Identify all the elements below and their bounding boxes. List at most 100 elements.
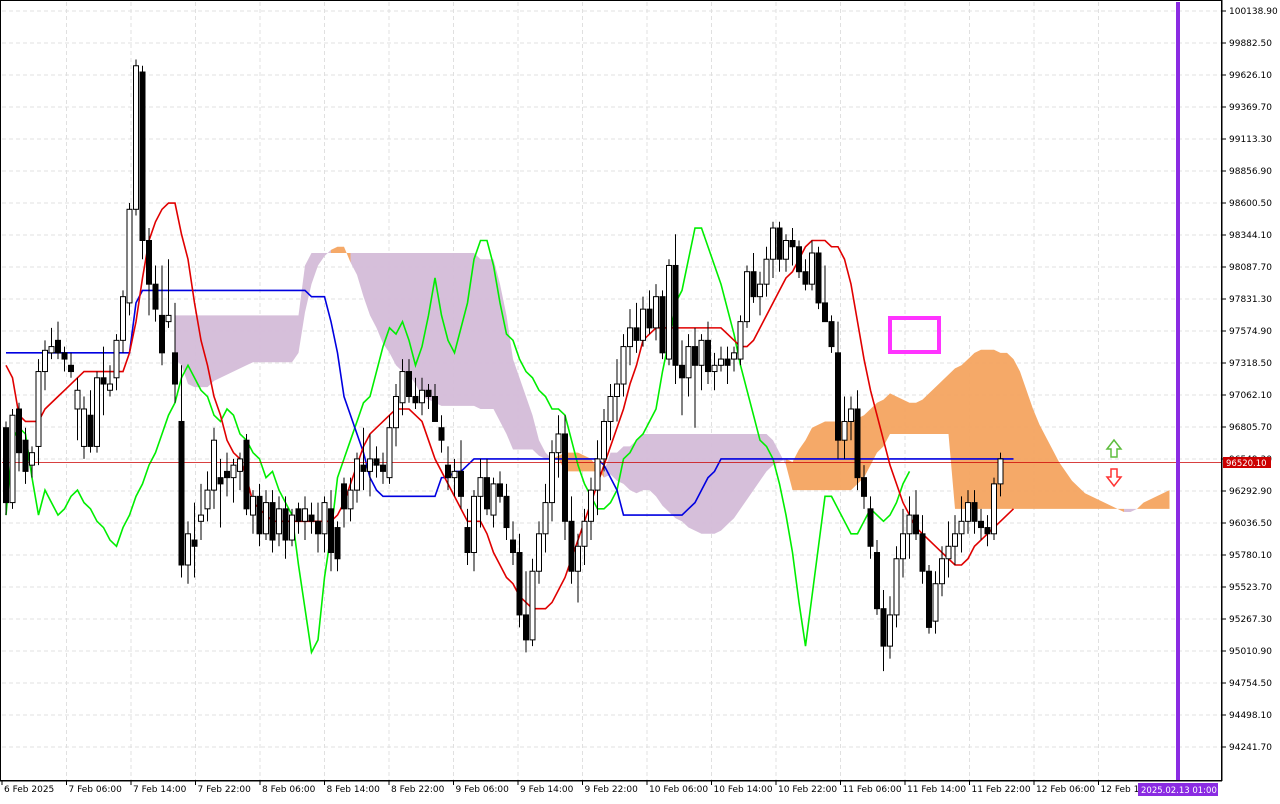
candle-bearish <box>341 483 347 510</box>
candle-bullish <box>198 514 204 522</box>
candle-bearish <box>334 527 341 560</box>
candle-bullish <box>932 583 939 622</box>
candle-bearish <box>880 608 887 647</box>
candle-bearish <box>159 314 165 354</box>
candle-bullish <box>386 427 393 479</box>
candle-bearish <box>523 614 529 641</box>
candle-bullish <box>939 558 945 585</box>
candle-bearish <box>562 433 568 522</box>
candle-bullish <box>542 502 549 535</box>
candle-bearish <box>224 470 230 479</box>
candle-bearish <box>705 339 711 373</box>
candle-bullish <box>601 420 607 460</box>
candle-bullish <box>107 383 113 391</box>
candle-bullish <box>367 458 373 472</box>
candle-bullish <box>640 308 646 341</box>
candle-bearish <box>926 570 932 628</box>
candle-bearish <box>815 252 822 304</box>
candle-bearish <box>139 71 146 242</box>
candle-bearish <box>913 514 919 535</box>
candle-bullish <box>471 495 477 554</box>
x-tick-label: 8 Feb 06:00 <box>262 785 316 795</box>
candle-bullish <box>627 327 633 348</box>
x-tick-label: 10 Feb 14:00 <box>714 785 773 795</box>
y-tick-label: 98087.70 <box>1229 263 1272 273</box>
candle-bearish <box>3 427 9 504</box>
candle-bullish <box>81 408 87 447</box>
candle-bullish <box>477 477 484 497</box>
candle-bullish <box>549 452 555 504</box>
candle-bearish <box>503 495 510 529</box>
candle-bearish <box>672 264 679 366</box>
candle-bearish <box>16 408 22 454</box>
candle-bullish <box>35 371 42 447</box>
candle-bullish <box>113 339 120 379</box>
x-tick-label: 8 Feb 14:00 <box>327 785 381 795</box>
candle-bearish <box>100 377 107 385</box>
candle-bearish <box>61 352 68 360</box>
candle-bearish <box>679 364 685 379</box>
y-tick-label: 97831.30 <box>1229 295 1272 305</box>
candle-bullish <box>250 495 256 516</box>
candle-bullish <box>94 377 100 447</box>
candle-bearish <box>497 483 503 497</box>
y-tick-label: 96805.70 <box>1229 423 1272 433</box>
y-tick-label: 98344.10 <box>1229 231 1272 241</box>
x-tick-label: 12 Feb 06:00 <box>1036 785 1095 795</box>
candle-bearish <box>256 495 263 535</box>
y-tick-label: 95267.30 <box>1229 615 1272 625</box>
candle-bullish <box>451 470 458 479</box>
candle-bullish <box>490 483 497 516</box>
x-tick-label: 11 Feb 22:00 <box>972 785 1031 795</box>
x-tick-label: 7 Feb 06:00 <box>69 785 123 795</box>
candle-bullish <box>958 520 965 535</box>
x-tick-label: 7 Feb 22:00 <box>198 785 252 795</box>
candle-bearish <box>776 227 783 260</box>
candle-bullish <box>653 296 659 329</box>
candle-bullish <box>48 346 55 354</box>
candle-bullish <box>419 389 425 404</box>
future-time-tag: 2025.02.13 01:00 <box>1138 783 1218 796</box>
candle-bearish <box>458 470 464 497</box>
candle-bearish <box>796 246 802 273</box>
candle-bullish <box>770 227 776 260</box>
candle-bullish <box>399 371 406 404</box>
candle-bullish <box>887 614 893 647</box>
y-tick-label: 94241.70 <box>1229 743 1272 753</box>
x-tick-label: 9 Feb 14:00 <box>520 785 574 795</box>
candle-bearish <box>828 321 835 348</box>
chart-svg: 100138.90 99882.50 99626.10 99369.70 99113.3… <box>0 0 1280 800</box>
candle-bearish <box>438 427 445 441</box>
candle-bullish <box>698 339 705 366</box>
candle-bearish <box>984 527 991 535</box>
y-tick-label: 95010.90 <box>1229 647 1272 657</box>
y-tick-label: 100138.90 <box>1229 7 1278 17</box>
x-tick-label: 9 Feb 06:00 <box>456 785 510 795</box>
candle-bearish <box>464 527 471 554</box>
x-tick-label: 10 Feb 06:00 <box>649 785 708 795</box>
x-tick-label: 11 Feb 06:00 <box>843 785 902 795</box>
candle-bullish <box>321 502 328 535</box>
candle-bearish <box>835 352 841 441</box>
candle-bullish <box>731 352 737 360</box>
y-tick-label: 97574.90 <box>1229 327 1272 337</box>
candle-bearish <box>692 346 698 366</box>
candle-bullish <box>685 346 692 379</box>
candle-bearish <box>406 371 412 398</box>
candle-bullish <box>718 358 724 366</box>
candle-bullish <box>529 570 536 641</box>
candle-bullish <box>120 296 126 341</box>
candle-bearish <box>861 477 867 497</box>
candle-bullish <box>29 452 35 466</box>
chart: 100138.90 99882.50 99626.10 99369.70 99113.3… <box>0 0 1280 800</box>
candle-bullish <box>841 420 848 441</box>
candle-bearish <box>22 439 29 472</box>
y-tick-label: 98600.50 <box>1229 199 1272 209</box>
candle-bearish <box>510 539 516 554</box>
x-tick-label: 7 Feb 14:00 <box>133 785 187 795</box>
candle-bullish <box>757 283 763 298</box>
y-tick-label: 95523.70 <box>1229 583 1272 593</box>
candle-bullish <box>237 458 243 472</box>
x-tick-label: 6 Feb 2025 <box>4 785 54 795</box>
candle-bearish <box>68 364 74 373</box>
